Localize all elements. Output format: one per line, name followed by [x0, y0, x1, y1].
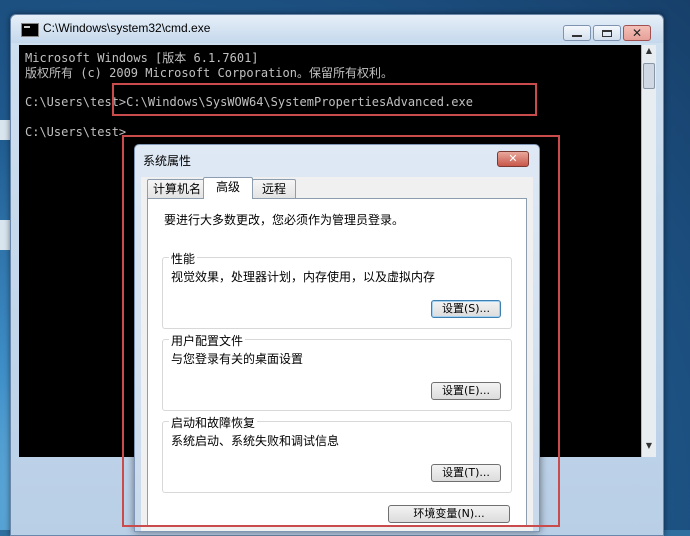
minimize-button[interactable]	[563, 25, 591, 41]
cmd-titlebar[interactable]: C:\Windows\system32\cmd.exe ✕	[11, 15, 663, 43]
console-line-prompt: C:\Users\test>	[25, 125, 127, 139]
cmd-window-title: C:\Windows\system32\cmd.exe	[43, 21, 211, 35]
maximize-icon	[602, 29, 612, 37]
scroll-thumb[interactable]	[643, 63, 655, 89]
scroll-down-arrow-icon[interactable]: ▼	[643, 441, 655, 453]
close-icon: ✕	[631, 26, 643, 40]
desktop-edge	[0, 120, 10, 140]
desktop-edge	[0, 220, 10, 250]
minimize-icon	[572, 35, 582, 37]
highlight-box-command	[112, 83, 537, 116]
tab-advanced[interactable]: 高级	[203, 177, 253, 199]
close-button[interactable]: ✕	[623, 25, 651, 41]
maximize-button[interactable]	[593, 25, 621, 41]
scroll-up-arrow-icon[interactable]: ▲	[643, 46, 655, 58]
console-line-copyright: 版权所有 (c) 2009 Microsoft Corporation。保留所有…	[25, 66, 393, 80]
console-app-icon	[21, 23, 39, 37]
highlight-box-dialog	[122, 135, 560, 527]
console-scrollbar[interactable]: ▲ ▼	[641, 45, 656, 457]
